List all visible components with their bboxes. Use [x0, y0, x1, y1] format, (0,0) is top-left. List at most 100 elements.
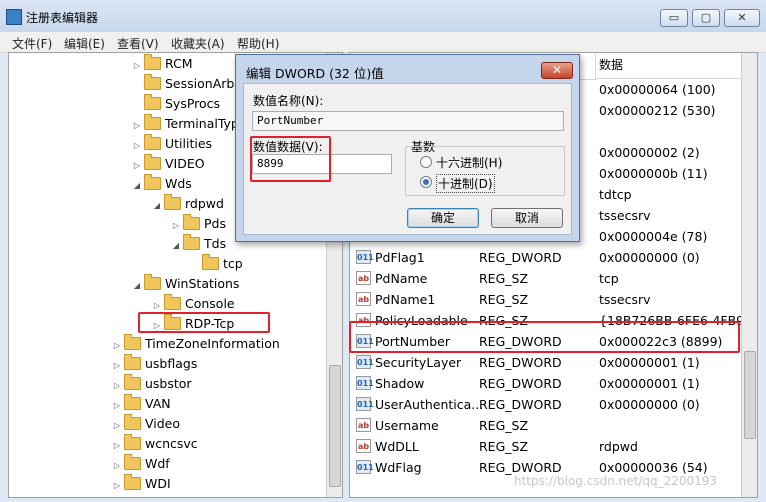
value-data-cell: tcp	[599, 271, 619, 286]
close-button[interactable]: ✕	[724, 9, 760, 27]
tree-item[interactable]: ◢ Tds	[171, 234, 226, 254]
value-type-cell: REG_SZ	[479, 292, 529, 307]
expanded-arrow-icon[interactable]: ◢	[132, 276, 142, 296]
value-row[interactable]: 011 SecurityLayer REG_DWORD 0x00000001 (1)	[350, 352, 740, 373]
tree-scrollbar-thumb[interactable]	[329, 365, 341, 487]
highlight-rdp-tcp	[138, 312, 270, 333]
tree-item[interactable]: SysProcs	[132, 94, 220, 114]
value-row[interactable]: 011 PdFlag1 REG_DWORD 0x00000000 (0)	[350, 247, 740, 268]
value-row[interactable]: ab Username REG_SZ	[350, 415, 740, 436]
dword-value-icon: 011	[356, 460, 374, 474]
dialog-close-button[interactable]: ✕	[541, 62, 573, 79]
tree-item[interactable]: ▷ TimeZoneInformation	[112, 334, 280, 354]
collapsed-arrow-icon[interactable]: ▷	[132, 156, 142, 176]
tree-item[interactable]: ▷ wcncsvc	[112, 434, 198, 454]
value-type-cell: REG_DWORD	[479, 397, 562, 412]
tree-item[interactable]: ▷ TerminalTyp	[132, 114, 239, 134]
tree-item-label: VAN	[145, 396, 171, 411]
hex-radio[interactable]	[420, 156, 432, 168]
collapsed-arrow-icon[interactable]: ▷	[132, 136, 142, 156]
tree-item-label: Wds	[165, 176, 192, 191]
tree-item[interactable]: ◢ Wds	[132, 174, 192, 194]
watermark: https://blog.csdn.net/qq_2200193	[514, 474, 718, 488]
ok-button[interactable]: 确定	[407, 208, 479, 228]
value-name-label: 数值名称(N):	[253, 94, 324, 108]
tree-item[interactable]: ▷ Video	[112, 414, 180, 434]
expanded-arrow-icon[interactable]: ◢	[132, 176, 142, 196]
decimal-radio-label[interactable]: 十进制(D)	[436, 174, 495, 193]
cancel-button[interactable]: 取消	[491, 208, 563, 228]
value-data-cell: 0x00000212 (530)	[599, 103, 716, 118]
column-header-data[interactable]: 数据	[596, 53, 741, 79]
menu-file[interactable]: 文件(F)	[12, 35, 52, 52]
tree-item-label: VIDEO	[165, 156, 205, 171]
maximize-button[interactable]: ▢	[692, 9, 720, 27]
tree-item[interactable]: ▷ Wdf	[112, 454, 170, 474]
string-value-icon: ab	[356, 418, 371, 432]
tree-item[interactable]: ▷ usbstor	[112, 374, 192, 394]
hex-radio-label[interactable]: 十六进制(H)	[436, 154, 502, 171]
collapsed-arrow-icon[interactable]: ▷	[112, 476, 122, 496]
tree-item[interactable]: ▷ WDI	[112, 474, 171, 494]
value-type-cell: REG_SZ	[479, 418, 529, 433]
value-row[interactable]: 011 UserAuthentica... REG_DWORD 0x00000000 …	[350, 394, 740, 415]
collapsed-arrow-icon[interactable]: ▷	[112, 456, 122, 476]
tree-item-label: SysProcs	[165, 96, 221, 111]
minimize-button[interactable]: ▭	[660, 9, 688, 27]
collapsed-arrow-icon[interactable]: ▷	[112, 436, 122, 456]
tree-item[interactable]: ◢ rdpwd	[152, 194, 224, 214]
tree-item[interactable]: ▷ Console	[152, 294, 235, 314]
value-data-cell: 0x0000004e (78)	[599, 229, 708, 244]
collapsed-arrow-icon[interactable]: ▷	[132, 116, 142, 136]
regedit-app-icon	[6, 9, 22, 25]
collapsed-arrow-icon[interactable]: ▷	[112, 336, 122, 356]
folder-icon	[124, 374, 141, 390]
tree-item[interactable]: ▷ Utilities	[132, 134, 212, 154]
value-data-cell: tdtcp	[599, 187, 632, 202]
menu-view[interactable]: 查看(V)	[117, 35, 159, 52]
collapsed-arrow-icon[interactable]: ▷	[171, 216, 181, 236]
value-name-cell: UserAuthentica...	[375, 397, 484, 412]
tree-item[interactable]: ▷ RCM	[132, 54, 193, 74]
folder-icon	[144, 274, 161, 290]
tree-item-label: usbstor	[145, 376, 192, 391]
value-type-cell: REG_DWORD	[479, 250, 562, 265]
collapsed-arrow-icon[interactable]: ▷	[112, 376, 122, 396]
tree-item[interactable]: SessionArbitr	[132, 74, 248, 94]
value-row[interactable]: 011 Shadow REG_DWORD 0x00000001 (1)	[350, 373, 740, 394]
tree-item-label: wcncsvc	[145, 436, 198, 451]
tree-item-label: TerminalTyp	[165, 116, 239, 131]
tree-item[interactable]: ◢ WinStations	[132, 274, 239, 294]
value-row[interactable]: ab PdName REG_SZ tcp	[350, 268, 740, 289]
collapsed-arrow-icon[interactable]: ▷	[112, 396, 122, 416]
tree-item[interactable]: tcp	[190, 254, 243, 274]
expanded-arrow-icon[interactable]: ◢	[171, 236, 181, 256]
menu-bar: 文件(F) 编辑(E) 查看(V) 收藏夹(A) 帮助(H)	[0, 32, 766, 53]
list-scrollbar[interactable]	[741, 53, 757, 497]
collapsed-arrow-icon[interactable]: ▷	[112, 356, 122, 376]
menu-help[interactable]: 帮助(H)	[237, 35, 279, 52]
value-data-cell: 0x00000002 (2)	[599, 145, 700, 160]
tree-item-label: WDI	[145, 476, 171, 491]
menu-favorites[interactable]: 收藏夹(A)	[171, 35, 225, 52]
expanded-arrow-icon[interactable]: ◢	[152, 196, 162, 216]
value-row[interactable]: ab PdName1 REG_SZ tssecsrv	[350, 289, 740, 310]
tree-item[interactable]: ▷ usbflags	[112, 354, 197, 374]
tree-item[interactable]: ▷ VIDEO	[132, 154, 205, 174]
tree-item[interactable]: ▷ VAN	[112, 394, 171, 414]
menu-edit[interactable]: 编辑(E)	[64, 35, 105, 52]
value-type-cell: REG_SZ	[479, 271, 529, 286]
tree-item-label: Console	[185, 296, 235, 311]
collapsed-arrow-icon[interactable]: ▷	[132, 56, 142, 76]
title-bar	[0, 0, 766, 32]
folder-icon	[144, 154, 161, 170]
value-row[interactable]: ab WdDLL REG_SZ rdpwd	[350, 436, 740, 457]
tree-item-label: Pds	[204, 216, 226, 231]
folder-icon	[124, 394, 141, 410]
decimal-radio[interactable]	[420, 176, 432, 188]
collapsed-arrow-icon[interactable]: ▷	[112, 416, 122, 436]
tree-item[interactable]: ▷ Pds	[171, 214, 226, 234]
value-name-cell: Shadow	[375, 376, 425, 391]
value-data-cell: 0x00000000 (0)	[599, 397, 700, 412]
list-scrollbar-thumb[interactable]	[744, 351, 756, 439]
